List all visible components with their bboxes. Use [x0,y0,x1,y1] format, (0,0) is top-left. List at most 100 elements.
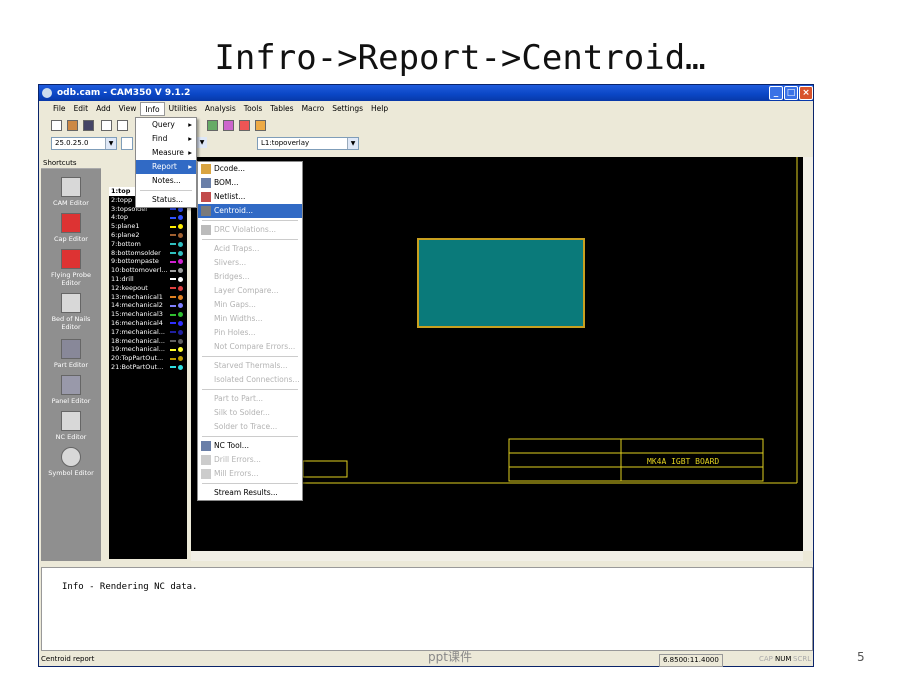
report-item-disabled[interactable]: Solder to Trace... [198,420,302,434]
menu-file[interactable]: File [49,102,70,116]
layer-visibility-dot[interactable] [178,312,183,318]
layer-row[interactable]: 10:bottomoverl... [109,266,187,275]
report-item-stream-results[interactable]: Stream Results... [198,486,302,500]
layer-row[interactable]: 4:top [109,213,187,222]
chevron-down-icon[interactable]: ▼ [196,137,207,148]
shortcut-cam-editor[interactable]: CAM Editor [41,177,101,207]
coord-combo[interactable]: 25.0.25.0 ▼ [51,137,117,150]
report-item-disabled[interactable]: DRC Violations... [198,223,302,237]
layer-visibility-dot[interactable] [178,356,183,362]
layer-visibility-dot[interactable] [178,241,183,247]
layer-visibility-dot[interactable] [178,215,183,221]
layer-visibility-dot[interactable] [178,285,183,291]
report-item-disabled[interactable]: Slivers... [198,256,302,270]
layers-icon[interactable] [239,120,250,131]
menu-item-notes[interactable]: Notes... [136,174,196,188]
small-combo[interactable] [121,137,133,150]
report-item-centroid[interactable]: Centroid... [198,204,302,218]
layer-visibility-dot[interactable] [178,347,183,353]
menu-item-report[interactable]: Report ▸ [136,160,196,174]
tool-icon[interactable] [101,120,112,131]
layer-row[interactable]: 11:drill [109,275,187,284]
report-item-disabled[interactable]: Part to Part... [198,392,302,406]
layer-row[interactable]: 9:bottompaste [109,257,187,266]
layer-row[interactable]: 20:TopPartOut... [109,354,187,363]
menu-tables[interactable]: Tables [266,102,297,116]
layer-row[interactable]: 21:BotPartOut... [109,363,187,372]
report-item-bom[interactable]: BOM... [198,176,302,190]
menu-info[interactable]: Info [140,102,165,116]
report-item-disabled[interactable]: Not Compare Errors... [198,340,302,354]
new-file-icon[interactable] [51,120,62,131]
layer-visibility-dot[interactable] [178,224,183,230]
layer-visibility-dot[interactable] [178,303,183,309]
report-item-disabled[interactable]: Starved Thermals... [198,359,302,373]
chevron-down-icon[interactable]: ▼ [105,138,116,149]
menu-macro[interactable]: Macro [298,102,329,116]
layer-row[interactable]: 13:mechanical1 [109,293,187,302]
report-item-dcode[interactable]: Dcode... [198,162,302,176]
minimize-button[interactable]: _ [769,86,783,100]
layer-visibility-dot[interactable] [178,329,183,335]
menu-analysis[interactable]: Analysis [201,102,240,116]
layer-visibility-dot[interactable] [178,294,183,300]
layer-visibility-dot[interactable] [178,259,183,265]
report-item-nc[interactable]: NC Tool... [198,439,302,453]
layer-row[interactable]: 5:plane1 [109,222,187,231]
layer-visibility-dot[interactable] [178,232,183,238]
layer-visibility-dot[interactable] [178,276,183,282]
layer-row[interactable]: 12:keepout [109,284,187,293]
vertical-scrollbar[interactable] [803,157,813,551]
shortcut-panel-editor[interactable]: Panel Editor [41,375,101,405]
report-item-disabled[interactable]: Silk to Solder... [198,406,302,420]
report-item-disabled[interactable]: Layer Compare... [198,284,302,298]
shortcut-nc-editor[interactable]: NC Editor [41,411,101,441]
report-item-disabled[interactable]: Pin Holes... [198,326,302,340]
menu-item-status[interactable]: Status... [136,193,196,207]
layer-row[interactable]: 8:bottomsolder [109,249,187,258]
menu-item-find[interactable]: Find ▸ [136,132,196,146]
layer-row[interactable]: 17:mechanical... [109,328,187,337]
menu-utilities[interactable]: Utilities [165,102,201,116]
layer-row[interactable]: 6:plane2 [109,231,187,240]
menu-settings[interactable]: Settings [328,102,367,116]
layer-visibility-dot[interactable] [178,268,183,274]
layer-visibility-dot[interactable] [178,364,183,370]
close-button[interactable]: × [799,86,813,100]
tool-icon[interactable] [207,120,218,131]
report-item-disabled[interactable]: Min Widths... [198,312,302,326]
maximize-button[interactable]: □ [784,86,798,100]
layer-row[interactable]: 18:mechanical... [109,337,187,346]
chevron-down-icon[interactable]: ▼ [347,138,358,149]
report-item-netlist[interactable]: Netlist... [198,190,302,204]
menu-help[interactable]: Help [367,102,392,116]
shortcut-symbol-editor[interactable]: Symbol Editor [41,447,101,477]
menu-add[interactable]: Add [92,102,115,116]
layer-row[interactable]: 15:mechanical3 [109,310,187,319]
layer-visibility-dot[interactable] [178,250,183,256]
shortcut-bed-of-nails[interactable]: Bed of Nails Editor [41,293,101,331]
layer-visibility-dot[interactable] [178,320,183,326]
menu-item-measure[interactable]: Measure ▸ [136,146,196,160]
menu-item-query[interactable]: Query ▸ [136,118,196,132]
layer-combo[interactable]: L1:topoverlay ▼ [257,137,359,150]
report-item-disabled[interactable]: Min Gaps... [198,298,302,312]
tool-icon[interactable] [117,120,128,131]
layer-row[interactable]: 14:mechanical2 [109,301,187,310]
report-item-disabled[interactable]: Acid Traps... [198,242,302,256]
menu-edit[interactable]: Edit [70,102,93,116]
layer-row[interactable]: 16:mechanical4 [109,319,187,328]
save-icon[interactable] [83,120,94,131]
shortcut-flying-probe[interactable]: Flying Probe Editor [41,249,101,287]
menu-view[interactable]: View [115,102,141,116]
layer-row[interactable]: 7:bottom [109,240,187,249]
layer-row[interactable]: 19:mechanical... [109,345,187,354]
open-file-icon[interactable] [67,120,78,131]
color-icon[interactable] [255,120,266,131]
layer-visibility-dot[interactable] [178,338,183,344]
report-item-nc[interactable]: Mill Errors... [198,467,302,481]
report-item-disabled[interactable]: Isolated Connections... [198,373,302,387]
horizontal-scrollbar[interactable] [191,551,803,561]
shortcut-part-editor[interactable]: Part Editor [41,339,101,369]
report-item-nc[interactable]: Drill Errors... [198,453,302,467]
